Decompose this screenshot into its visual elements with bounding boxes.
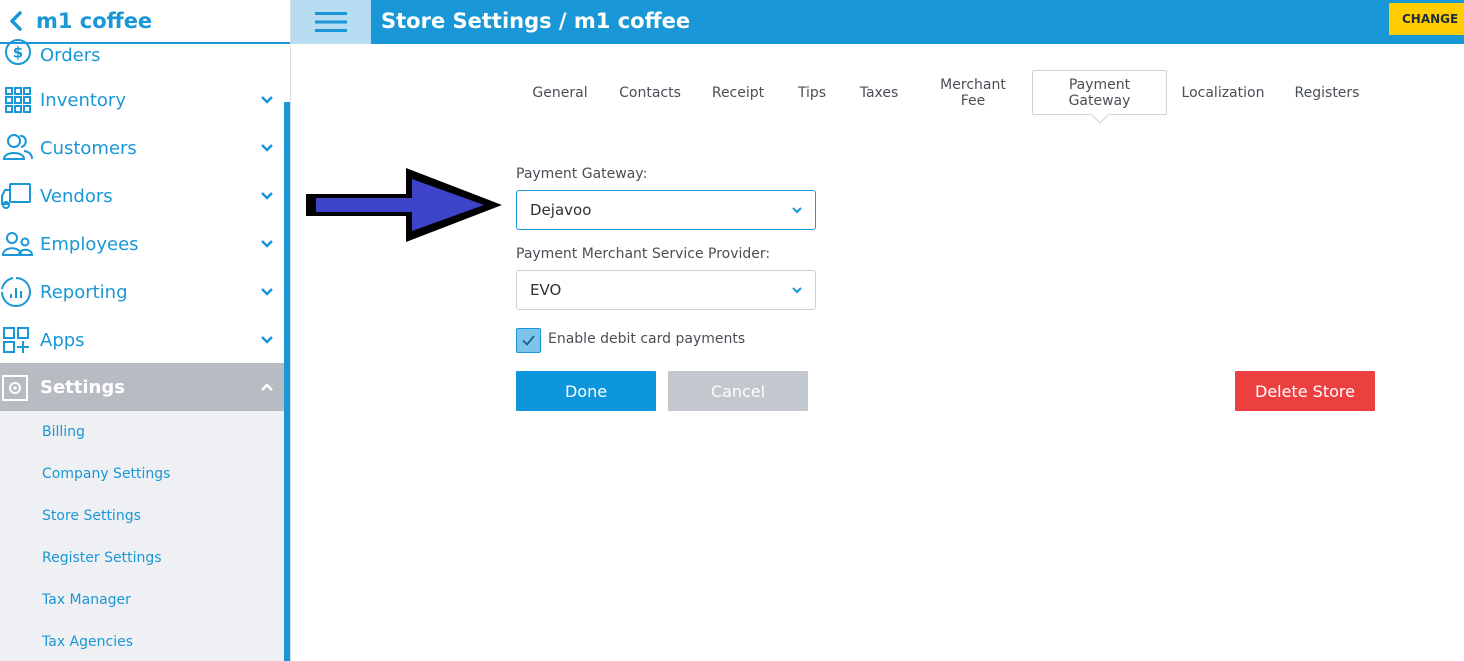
truck-icon (1, 183, 31, 209)
sidebar-item-label: Inventory (40, 89, 126, 111)
debit-card-label: Enable debit card payments (548, 331, 746, 347)
apps-icon (3, 327, 29, 353)
tab-receipt[interactable]: Receipt (708, 70, 768, 115)
sidebar-subitem-company-settings[interactable]: Company Settings (0, 453, 284, 495)
menu-button[interactable] (291, 0, 371, 44)
tab-registers[interactable]: Registers (1290, 70, 1364, 115)
sidebar-subitem-tax-agencies[interactable]: Tax Agencies (0, 621, 284, 661)
sidebar-item-inventory[interactable]: Inventory (0, 76, 284, 124)
sidebar-item-employees[interactable]: Employees (0, 220, 284, 268)
sidebar-subitem-billing[interactable]: Billing (0, 411, 284, 453)
delete-store-button[interactable]: Delete Store (1235, 371, 1375, 411)
tab-merchant-fee[interactable]: Merchant Fee (932, 70, 1014, 115)
tab-payment-gateway[interactable]: Payment Gateway (1032, 70, 1167, 115)
svg-text:$: $ (13, 44, 23, 62)
sidebar-item-label: Customers (40, 137, 137, 159)
sidebar-item-label: Settings (40, 376, 125, 398)
merchant-provider-label: Payment Merchant Service Provider: (516, 246, 771, 262)
tab-taxes[interactable]: Taxes (854, 70, 904, 115)
chevron-left-icon (10, 11, 22, 31)
grid-icon (5, 87, 31, 113)
merchant-provider-value: EVO (530, 281, 562, 299)
tab-label-line: Gateway (1068, 92, 1131, 109)
sidebar-item-label: Reporting (40, 281, 128, 303)
sidebar-subitem-tax-manager[interactable]: Tax Manager (0, 579, 284, 621)
sidebar-item-label: Vendors (40, 185, 113, 207)
annotation-arrow-icon (306, 168, 502, 242)
tab-label-line: Fee (960, 92, 986, 109)
sidebar-item-label: Apps (40, 329, 85, 351)
sidebar-item-vendors[interactable]: Vendors (0, 172, 284, 220)
chevron-down-icon (792, 287, 802, 294)
tab-contacts[interactable]: Contacts (616, 70, 684, 115)
tab-localization[interactable]: Localization (1178, 70, 1268, 115)
employees-icon (2, 232, 34, 256)
tab-label-line: Merchant (940, 76, 1006, 93)
gear-icon (2, 375, 28, 401)
done-button[interactable]: Done (516, 371, 656, 411)
chevron-down-icon (261, 96, 273, 104)
users-icon (2, 134, 33, 160)
chevron-down-icon (261, 336, 273, 344)
sidebar-item-customers[interactable]: Customers (0, 124, 284, 172)
chart-circle-icon (1, 277, 31, 307)
sidebar-scrollbar[interactable] (284, 102, 290, 661)
hamburger-icon (315, 12, 347, 32)
debit-card-checkbox[interactable] (516, 328, 541, 353)
sidebar-subitem-register-settings[interactable]: Register Settings (0, 537, 284, 579)
payment-gateway-select[interactable]: Dejavoo (516, 190, 816, 230)
chevron-down-icon (261, 192, 273, 200)
top-bar: Store Settings / m1 coffee CHANGE (291, 0, 1464, 44)
sidebar-item-label: Orders (40, 45, 101, 66)
merchant-provider-select[interactable]: EVO (516, 270, 816, 310)
chevron-down-icon (261, 144, 273, 152)
sidebar-item-orders[interactable]: $ Orders (0, 30, 284, 78)
sidebar-item-reporting[interactable]: Reporting (0, 268, 284, 316)
sidebar-item-apps[interactable]: Apps (0, 316, 284, 364)
sidebar-nav: $ Orders Inventory Customers Vendors Emp… (0, 39, 290, 661)
change-button[interactable]: CHANGE (1389, 3, 1464, 35)
chevron-down-icon (261, 240, 273, 248)
sidebar-item-label: Employees (40, 233, 139, 255)
page-title: Store Settings / m1 coffee (381, 9, 691, 33)
cancel-button[interactable]: Cancel (668, 371, 808, 411)
dollar-circle-icon: $ (5, 39, 31, 65)
tab-tips[interactable]: Tips (792, 70, 832, 115)
payment-gateway-value: Dejavoo (530, 201, 592, 219)
sidebar-subitem-store-settings[interactable]: Store Settings (0, 495, 284, 537)
sidebar: m1 coffee $ Orders Inventory Customers V… (0, 0, 291, 661)
tab-label-line: Payment (1068, 76, 1131, 93)
chevron-up-icon (261, 383, 273, 391)
tab-general[interactable]: General (528, 70, 592, 115)
chevron-down-icon (261, 288, 273, 296)
payment-gateway-label: Payment Gateway: (516, 166, 648, 182)
checkmark-icon (522, 335, 535, 346)
chevron-down-icon (792, 207, 802, 214)
sidebar-item-settings[interactable]: Settings (0, 363, 284, 411)
